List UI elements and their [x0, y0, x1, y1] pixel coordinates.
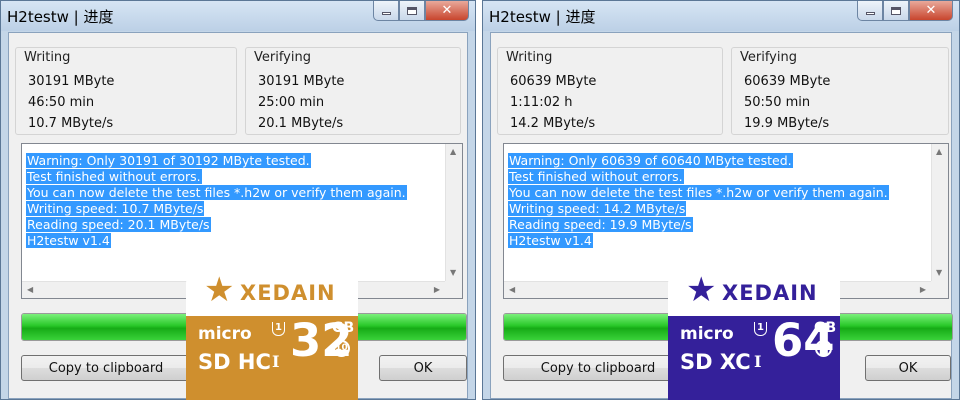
scroll-up-icon[interactable]: ▲: [450, 148, 456, 156]
scroll-down-icon[interactable]: ▼: [936, 269, 942, 277]
close-button[interactable]: ✕: [425, 1, 469, 21]
copy-to-clipboard-button[interactable]: Copy to clipboard: [21, 355, 191, 381]
log-line: You can now delete the test files *.h2w …: [508, 185, 889, 200]
ok-button[interactable]: OK: [865, 355, 951, 381]
minimize-button[interactable]: [857, 1, 883, 21]
verifying-size: 60639 MByte: [744, 74, 831, 89]
verifying-label: Verifying: [738, 50, 799, 65]
writing-speed: 10.7 MByte/s: [28, 116, 114, 131]
screenshot: H2testw | 进度 ✕ Writing 30191 MByte 46:50…: [0, 0, 960, 400]
log-line: Warning: Only 60639 of 60640 MByte teste…: [508, 153, 793, 168]
writing-time: 1:11:02 h: [510, 95, 573, 110]
card-body: micro SD XC 1 I 64 GB 10: [668, 314, 840, 400]
writing-size: 60639 MByte: [510, 74, 597, 89]
close-icon: ✕: [925, 3, 937, 18]
card-class-text: SD XC: [680, 350, 751, 374]
scroll-left-icon[interactable]: ◀: [27, 286, 33, 294]
log-line: H2testw v1.4: [26, 233, 111, 248]
scroll-down-icon[interactable]: ▼: [450, 269, 456, 277]
verifying-label: Verifying: [252, 50, 313, 65]
writing-label: Writing: [504, 50, 555, 65]
log-line: Writing speed: 14.2 MByte/s: [508, 201, 687, 216]
maximize-icon: [891, 6, 901, 15]
speed-class-badge: 10: [815, 340, 832, 357]
verifying-group: Verifying 30191 MByte 25:00 min 20.1 MBy…: [245, 47, 461, 135]
writing-speed: 14.2 MByte/s: [510, 116, 596, 131]
minimize-icon: [865, 12, 875, 15]
card-body: micro SD HC 1 I 32 GB 10: [186, 314, 358, 400]
log-lines: Warning: Only 60639 of 60640 MByte teste…: [508, 150, 928, 248]
writing-group: Writing 30191 MByte 46:50 min 10.7 MByte…: [15, 47, 237, 135]
title-bar[interactable]: H2testw | 进度 ✕: [483, 1, 959, 31]
uhs-roman-numeral: I: [272, 352, 280, 371]
log-line: Reading speed: 19.9 MByte/s: [508, 217, 693, 232]
scroll-up-icon[interactable]: ▲: [936, 148, 942, 156]
scroll-right-icon[interactable]: ▶: [434, 286, 440, 294]
minimize-button[interactable]: [373, 1, 399, 21]
scroll-right-icon[interactable]: ▶: [920, 286, 926, 294]
uhs-roman-numeral: I: [754, 352, 762, 371]
sd-card-64gb-image: ★ XEDAIN micro SD XC 1 I 64 GB 10: [668, 270, 840, 400]
card-label-band: ★ XEDAIN: [668, 270, 840, 316]
vertical-scrollbar[interactable]: ▲ ▼: [931, 144, 948, 281]
uhs-u1-badge: 1: [272, 322, 285, 336]
log-lines: Warning: Only 30191 of 30192 MByte teste…: [26, 150, 442, 248]
card-capacity-unit: GB: [814, 320, 837, 336]
scroll-left-icon[interactable]: ◀: [509, 286, 515, 294]
card-brand: XEDAIN: [722, 281, 818, 305]
verifying-size: 30191 MByte: [258, 74, 345, 89]
verifying-time: 50:50 min: [744, 95, 811, 110]
maximize-button[interactable]: [399, 1, 425, 21]
scroll-corner: [931, 281, 948, 298]
verifying-group: Verifying 60639 MByte 50:50 min 19.9 MBy…: [731, 47, 949, 135]
minimize-icon: [381, 12, 391, 15]
writing-size: 30191 MByte: [28, 74, 115, 89]
window-title: H2testw | 进度: [489, 8, 596, 26]
uhs-u1-badge: 1: [754, 322, 767, 336]
log-line: Reading speed: 20.1 MByte/s: [26, 217, 211, 232]
writing-label: Writing: [22, 50, 73, 65]
log-line: Warning: Only 30191 of 30192 MByte teste…: [26, 153, 311, 168]
card-capacity-unit: GB: [332, 320, 355, 336]
writing-time: 46:50 min: [28, 95, 95, 110]
card-label-band: ★ XEDAIN: [186, 270, 358, 316]
card-micro-text: micro: [198, 324, 252, 344]
card-micro-text: micro: [680, 324, 734, 344]
writing-group: Writing 60639 MByte 1:11:02 h 14.2 MByte…: [497, 47, 723, 135]
log-line: Test finished without errors.: [26, 169, 202, 184]
scroll-corner: [445, 281, 462, 298]
card-brand: XEDAIN: [240, 281, 336, 305]
verifying-speed: 19.9 MByte/s: [744, 116, 830, 131]
log-line: H2testw v1.4: [508, 233, 593, 248]
log-line: Writing speed: 10.7 MByte/s: [26, 201, 205, 216]
copy-to-clipboard-button[interactable]: Copy to clipboard: [503, 355, 693, 381]
log-line: You can now delete the test files *.h2w …: [26, 185, 407, 200]
sd-card-32gb-image: ★ XEDAIN micro SD HC 1 I 32 GB 10: [186, 270, 358, 400]
caption-buttons: ✕: [857, 1, 953, 21]
vertical-scrollbar[interactable]: ▲ ▼: [445, 144, 462, 281]
maximize-button[interactable]: [883, 1, 909, 21]
speed-class-badge: 10: [333, 340, 350, 357]
star-logo-icon: ★: [204, 270, 235, 310]
verifying-time: 25:00 min: [258, 95, 325, 110]
window-title: H2testw | 进度: [7, 8, 114, 26]
close-icon: ✕: [441, 3, 453, 18]
close-button[interactable]: ✕: [909, 1, 953, 21]
ok-button[interactable]: OK: [379, 355, 467, 381]
title-bar[interactable]: H2testw | 进度 ✕: [1, 1, 475, 31]
card-class-text: SD HC: [198, 350, 271, 374]
verifying-speed: 20.1 MByte/s: [258, 116, 344, 131]
star-logo-icon: ★: [686, 270, 717, 310]
log-line: Test finished without errors.: [508, 169, 684, 184]
caption-buttons: ✕: [373, 1, 469, 21]
maximize-icon: [407, 6, 417, 15]
